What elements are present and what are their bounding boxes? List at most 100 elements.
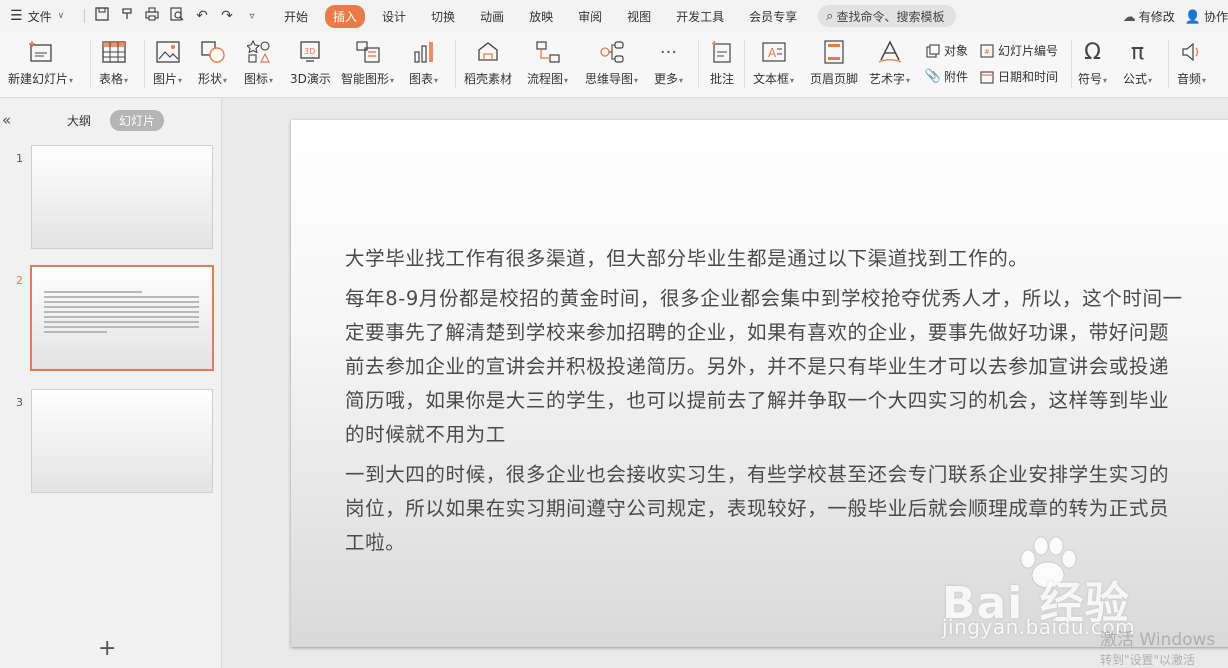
omega-icon: Ω (1084, 39, 1101, 65)
hamburger-icon: ☰ (10, 8, 23, 24)
textbox-icon: A (760, 38, 788, 66)
slide-thumbnail-1[interactable] (31, 145, 213, 249)
slide-number-icon: # (980, 43, 994, 58)
header-footer-label: 页眉页脚 (810, 72, 859, 86)
right-menu: ☁ 有修改 👤 协作 (1123, 0, 1228, 32)
tab-transitions[interactable]: 切换 (423, 5, 463, 28)
slide-paragraph: 大学毕业找工作有很多渠道，但大部分毕业生都是通过以下渠道找到工作的。 (345, 247, 1029, 270)
slide-number: 3 (16, 396, 23, 409)
audio-button[interactable]: 音频▾ (1177, 38, 1206, 87)
docer-material-button[interactable]: 稻壳素材 (464, 38, 512, 87)
panel-view-tabs: 大纲 幻灯片 (58, 110, 165, 131)
comment-button[interactable]: 批注 (708, 38, 736, 87)
tab-view[interactable]: 视图 (619, 5, 659, 28)
smartart-button[interactable]: 智能图形▾ (341, 38, 394, 87)
quick-access-toolbar: ↶ ↷ ▿ (84, 7, 260, 25)
divider (144, 40, 145, 88)
modified-label: 有修改 (1138, 9, 1175, 24)
object-button[interactable]: 对象 (926, 42, 968, 59)
slide-paragraph: 每年8-9月份都是校招的黄金时间，很多企业都会集中到学校抢夺优秀人才，所以，这个… (345, 287, 1183, 446)
tab-developer[interactable]: 开发工具 (668, 5, 732, 28)
file-menu[interactable]: ☰ 文件 ∨ (0, 8, 80, 25)
new-slide-button[interactable]: 新建幻灯片▾ (8, 38, 73, 87)
mindmap-button[interactable]: 思维导图▾ (585, 38, 638, 87)
redo-icon[interactable]: ↷ (219, 8, 235, 24)
search-placeholder: 查找命令、搜索模板 (836, 9, 945, 24)
symbol-button[interactable]: Ω 符号▾ (1078, 38, 1107, 87)
shape-button[interactable]: 形状▾ (198, 38, 227, 87)
collapse-panel-icon[interactable]: « (2, 111, 11, 129)
docer-icon (474, 38, 502, 66)
tab-insert[interactable]: 插入 (325, 4, 366, 28)
picture-label: 图片 (153, 72, 178, 86)
activation-hint: 转到"设置"以激活 (1100, 653, 1196, 667)
textbox-button[interactable]: A 文本框▾ (753, 38, 794, 87)
tab-member[interactable]: 会员专享 (741, 5, 805, 28)
thumbnail-text-preview (44, 291, 202, 336)
collaborate-label: 协作 (1203, 9, 1228, 24)
tab-slideshow[interactable]: 放映 (521, 5, 561, 28)
customize-toolbar-icon[interactable]: ▿ (244, 11, 260, 22)
new-slide-icon (27, 38, 55, 66)
undo-icon[interactable]: ↶ (194, 8, 210, 24)
print-preview-icon[interactable] (169, 7, 185, 25)
slide-textbox[interactable]: 大学毕业找工作有很多渠道，但大部分毕业生都是通过以下渠道找到工作的。 每年8-9… (345, 242, 1185, 566)
chart-icon (410, 38, 438, 66)
picture-button[interactable]: 图片▾ (153, 38, 182, 87)
divider (90, 40, 91, 88)
header-footer-icon (820, 38, 848, 66)
header-footer-button[interactable]: 页眉页脚 (810, 38, 858, 87)
wordart-button[interactable]: 艺术字▾ (869, 38, 910, 87)
chevron-down-icon: ∨ (57, 11, 65, 21)
flowchart-label: 流程图 (527, 72, 564, 86)
mindmap-label: 思维导图 (585, 72, 634, 86)
command-search[interactable]: ⌕ 查找命令、搜索模板 (818, 5, 957, 27)
chart-button[interactable]: 图表▾ (409, 38, 438, 87)
comment-label: 批注 (709, 72, 734, 86)
icons-button[interactable]: 图标▾ (244, 38, 273, 87)
svg-text:A: A (768, 46, 777, 60)
calendar-icon (980, 70, 994, 84)
slide-thumbnail-2[interactable] (30, 265, 214, 371)
slide-number: 1 (16, 152, 23, 165)
tab-design[interactable]: 设计 (374, 5, 414, 28)
collaborate-button[interactable]: 👤 协作 (1185, 8, 1228, 25)
smartart-label: 智能图形 (341, 72, 390, 86)
icons-label: 图标 (244, 72, 269, 86)
formula-button[interactable]: π 公式▾ (1123, 38, 1152, 87)
more-icon: ··· (659, 41, 678, 63)
mindmap-icon (598, 38, 626, 66)
slide-thumbnail-3[interactable] (31, 389, 213, 493)
divider (744, 40, 745, 88)
format-painter-icon[interactable] (119, 7, 135, 25)
add-slide-button[interactable]: + (98, 636, 116, 661)
slide-panel: « 大纲 幻灯片 1 2 3 + (0, 99, 222, 668)
new-slide-label: 新建幻灯片 (8, 72, 69, 86)
flowchart-button[interactable]: 流程图▾ (527, 38, 568, 87)
tab-review[interactable]: 审阅 (570, 5, 610, 28)
datetime-button[interactable]: 日期和时间 (980, 68, 1058, 85)
save-icon[interactable] (94, 7, 110, 25)
comment-icon (708, 38, 736, 66)
attachment-label: 附件 (944, 70, 969, 84)
attachment-button[interactable]: 📎 附件 (924, 68, 969, 85)
shape-label: 形状 (198, 72, 223, 86)
paperclip-icon: 📎 (924, 69, 942, 84)
more-button[interactable]: ··· 更多▾ (654, 38, 683, 87)
divider (455, 40, 456, 88)
3d-presentation-button[interactable]: 3D 3D演示 (290, 38, 331, 87)
user-icon: 👤 (1184, 9, 1201, 25)
slide-number: 2 (16, 274, 23, 287)
tab-home[interactable]: 开始 (276, 5, 316, 28)
slide-number-button[interactable]: # 幻灯片编号 (980, 42, 1058, 59)
print-icon[interactable] (144, 7, 160, 25)
cloud-icon: ☁ (1122, 9, 1136, 25)
ribbon-insert: 新建幻灯片▾ 表格▾ 图片▾ 形状▾ 图标▾ 3D 3D演示 智能图形▾ 图表▾… (0, 32, 1228, 98)
tab-animations[interactable]: 动画 (472, 5, 512, 28)
tab-outline[interactable]: 大纲 (58, 110, 100, 131)
modified-status[interactable]: ☁ 有修改 (1123, 8, 1175, 25)
datetime-label: 日期和时间 (998, 70, 1059, 84)
tab-slides[interactable]: 幻灯片 (110, 110, 165, 131)
table-button[interactable]: 表格▾ (99, 38, 128, 87)
icons-icon (245, 38, 273, 66)
